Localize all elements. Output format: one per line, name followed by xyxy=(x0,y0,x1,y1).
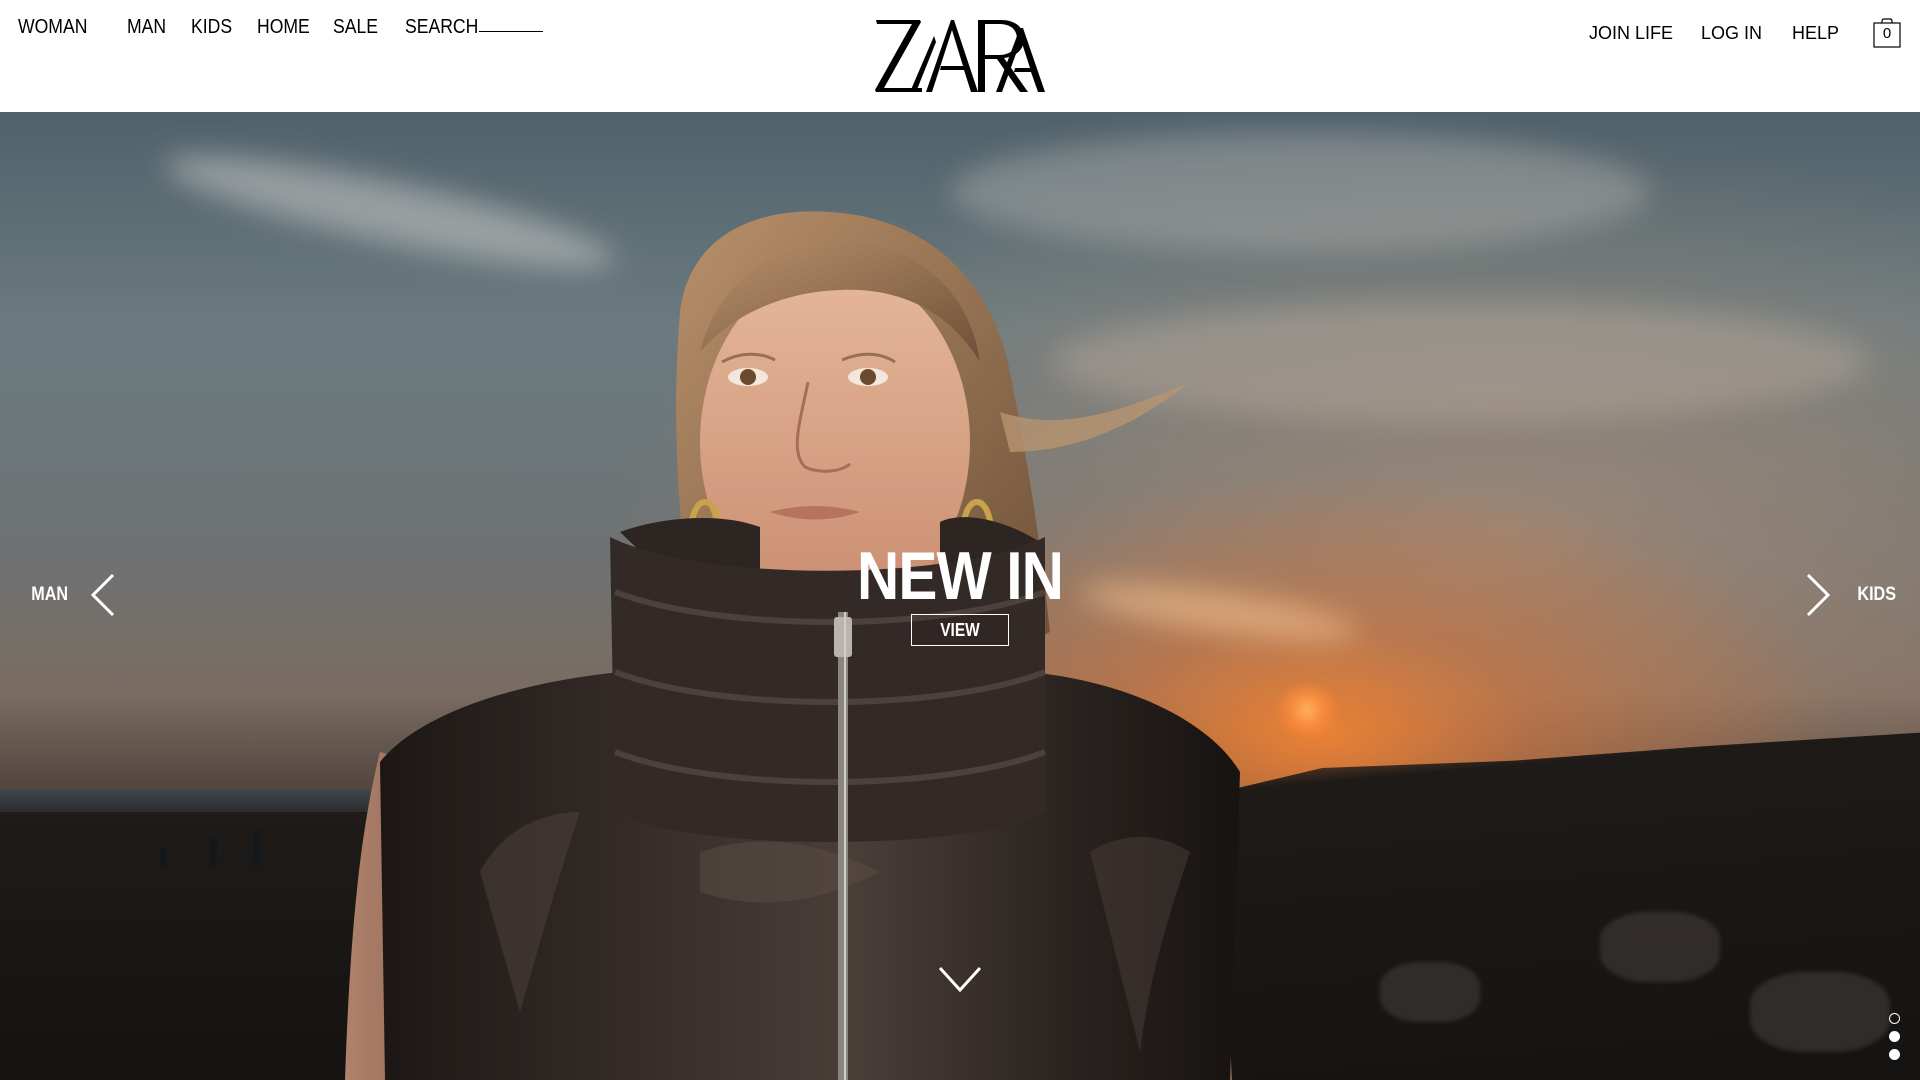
site-header: WOMAN MAN KIDS HOME SALE SEARCH JOIN LIF… xyxy=(0,0,1920,112)
hero-banner[interactable]: NEW IN VIEW MAN KIDS xyxy=(0,112,1920,1080)
help-link[interactable]: HELP xyxy=(1792,23,1839,44)
chevron-right-icon xyxy=(1806,573,1831,617)
scroll-down-button[interactable] xyxy=(938,964,982,994)
join-life-link[interactable]: JOIN LIFE xyxy=(1589,23,1673,44)
hero-headline[interactable]: NEW IN xyxy=(134,542,1785,610)
chevron-down-icon xyxy=(938,966,982,993)
slide-pagination xyxy=(1888,1013,1902,1073)
slide-dot-2[interactable] xyxy=(1889,1031,1900,1042)
next-section-label: KIDS xyxy=(1857,584,1897,605)
view-button-label: VIEW xyxy=(940,620,980,640)
prev-section-label: MAN xyxy=(31,584,69,605)
next-section-kids[interactable]: KIDS xyxy=(1804,572,1899,618)
account-nav: JOIN LIFE LOG IN HELP 0 xyxy=(0,18,1920,63)
slide-dot-1[interactable] xyxy=(1889,1013,1900,1024)
view-button[interactable]: VIEW xyxy=(911,614,1009,646)
prev-section-man[interactable]: MAN xyxy=(28,572,117,618)
slide-dot-3[interactable] xyxy=(1889,1049,1900,1060)
chevron-left-icon xyxy=(91,573,115,617)
shopping-bag-button[interactable]: 0 xyxy=(1873,18,1901,48)
log-in-link[interactable]: LOG IN xyxy=(1701,23,1762,44)
bag-count: 0 xyxy=(1882,25,1892,42)
